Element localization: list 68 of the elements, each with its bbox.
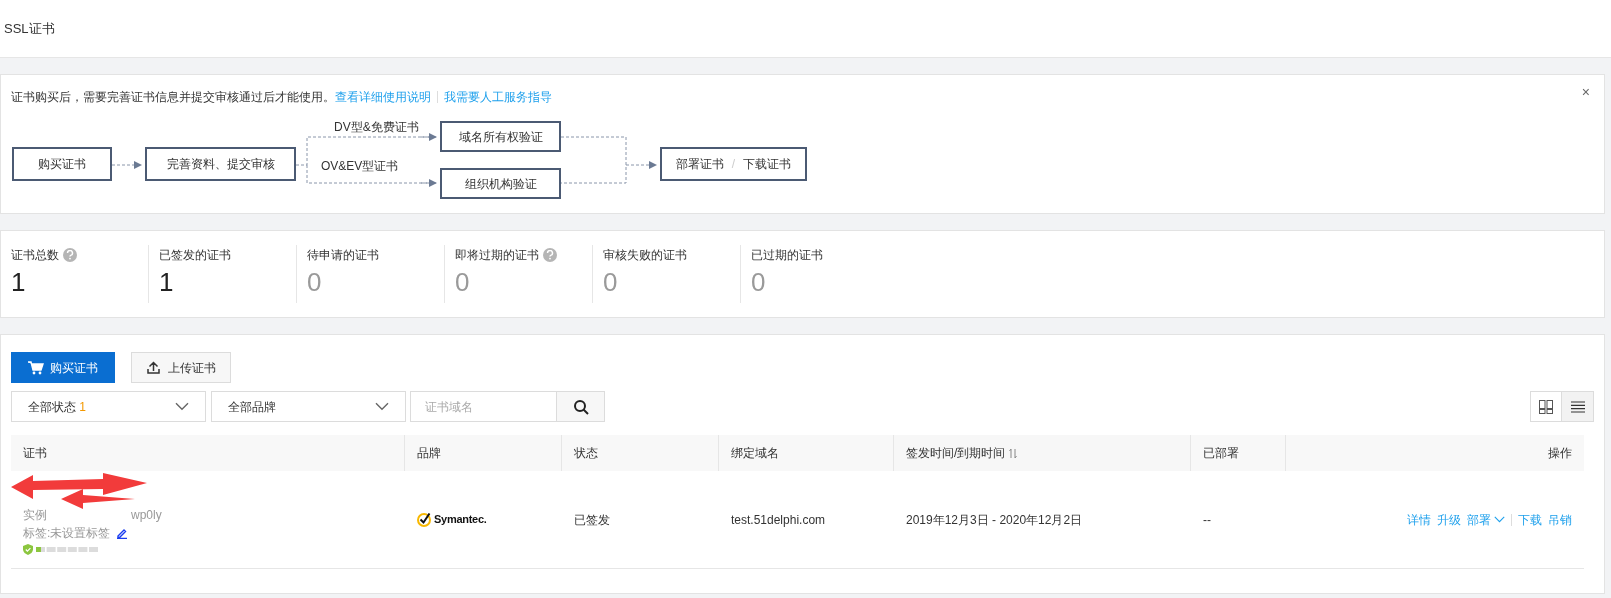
stat-value: 0 [603,266,619,299]
deploy-menu-button[interactable]: 部署 [1467,510,1505,529]
tag-text: 标签:未设置标签 [23,525,111,542]
branch-label: OV&EV型证书 [321,158,399,175]
step-label: 部署证书 [675,156,724,173]
brand-name: Symantec. [434,512,487,528]
column-header: 绑定域名 [731,445,779,462]
security-level-meter [36,547,98,552]
buy-button[interactable]: 购买证书 [11,352,115,383]
search-icon [572,398,589,415]
instance-id: wp0ly [131,507,162,524]
instance-id: 实例 [23,507,47,524]
flow-step: 完善资料、提交审核 [145,147,296,181]
domain-text: test.51delphi.com [731,512,826,527]
flow-step: 购买证书 [12,147,112,181]
status-select[interactable]: 全部状态 1 [11,391,206,422]
grid-view-button[interactable] [1530,391,1562,422]
stat-value: 0 [307,266,323,299]
cart-icon [28,360,44,375]
column-header: 品牌 [417,445,441,462]
status-text: 已签发 [574,512,610,527]
stat-value: 0 [751,266,767,299]
separator: / [731,156,736,173]
list-view-button[interactable] [1562,391,1594,422]
action-link[interactable]: 下载 [1518,510,1542,529]
flow-step: 域名所有权验证 [440,121,561,152]
select-value: 全部状态 1 [28,398,87,416]
action-link[interactable]: 详情 [1407,510,1431,529]
stat-value: 1 [159,266,175,299]
flow-step: 组织机构验证 [440,168,561,199]
upload-icon [146,361,160,374]
stat-label: 证书总数 [11,247,59,264]
stat-label: 审核失败的证书 [603,247,687,264]
chevron-down-icon [375,402,389,411]
usage-guide-link[interactable]: 查看详细使用说明 [335,88,431,106]
column-header: 证书 [23,445,47,462]
stat-label: 待申请的证书 [307,247,379,264]
stat-value: 1 [11,266,27,299]
stat-label: 已过期的证书 [751,247,823,264]
chevron-down-icon [175,402,189,411]
column-header[interactable]: 签发时间/到期时间 [906,444,1006,462]
column-header: 状态 [574,445,598,462]
close-button[interactable]: × [1581,85,1590,99]
branch-label: DV型&免费证书 [334,119,419,136]
page-title: SSL证书 [4,19,55,38]
stat-value: 0 [455,266,471,299]
action-link[interactable]: 升级 [1437,510,1461,529]
period-text: 2019年12月3日 - 2020年12月2日 [906,512,1083,527]
column-header: 已部署 [1203,445,1239,462]
stat-label: 即将过期的证书 [455,247,539,264]
upload-button[interactable]: 上传证书 [131,352,231,383]
action-link[interactable]: 吊销 [1548,510,1572,529]
brand-select[interactable]: 全部品牌 [211,391,406,422]
shield-icon [23,544,33,555]
grid-icon [1539,399,1553,414]
select-value: 全部品牌 [228,398,276,416]
deployed-text: -- [1203,512,1211,527]
list-icon [1570,400,1585,413]
pencil-icon[interactable] [116,527,129,539]
search-field[interactable]: 证书域名 [410,391,557,422]
stat-label: 已签发的证书 [159,247,231,264]
search-button[interactable] [557,391,605,422]
chevron-down-icon [1494,516,1505,523]
column-header: 操作 [1548,445,1572,462]
step-label: 下载证书 [743,156,792,173]
manual-service-link[interactable]: 我需要人工服务指导 [444,88,552,106]
check-seal-icon [417,512,431,527]
notice-text: 证书购买后，需要完善证书信息并提交审核通过后才能使用。 [11,89,335,106]
